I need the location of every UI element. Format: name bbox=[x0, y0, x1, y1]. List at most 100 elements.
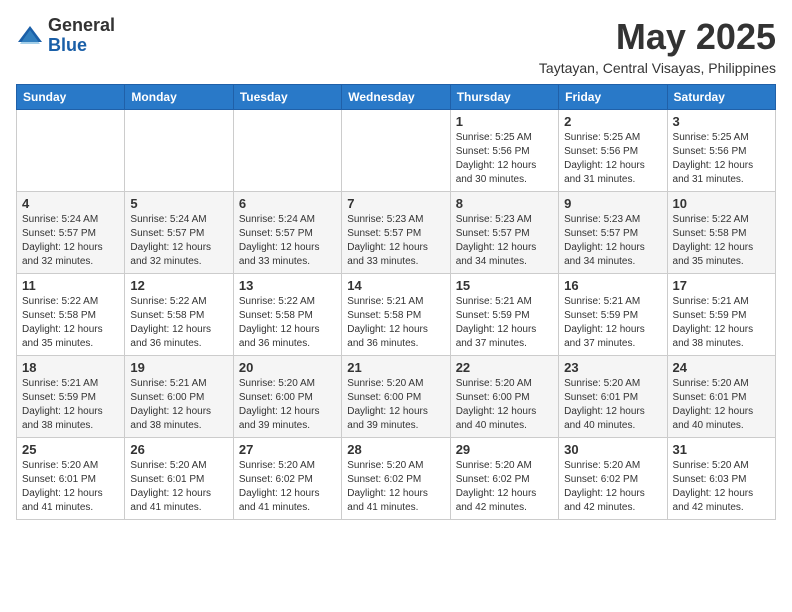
cell-day-number: 19 bbox=[130, 360, 227, 375]
calendar-cell: 5Sunrise: 5:24 AM Sunset: 5:57 PM Daylig… bbox=[125, 192, 233, 274]
cell-day-number: 20 bbox=[239, 360, 336, 375]
calendar-cell: 11Sunrise: 5:22 AM Sunset: 5:58 PM Dayli… bbox=[17, 274, 125, 356]
week-row-2: 11 Sunrise: 5:22 AM Sunset: 5:58 PM Dayli… bbox=[17, 274, 776, 356]
cell-day-number: 22 bbox=[456, 360, 553, 375]
cell-info: Sunrise: 5:21 AM Sunset: 5:58 PM Dayligh… bbox=[347, 295, 444, 351]
week-row-1: 4 Sunrise: 5:24 AM Sunset: 5:57 PM Daylig… bbox=[17, 192, 776, 274]
calendar-cell bbox=[342, 110, 450, 192]
cell-day-number: 10 bbox=[673, 196, 770, 211]
day-header-tuesday: Tuesday bbox=[233, 85, 341, 110]
calendar-header: SundayMondayTuesdayWednesdayThursdayFrid… bbox=[17, 85, 776, 110]
cell-info: Sunrise: 5:25 AM Sunset: 5:56 PM Dayligh… bbox=[673, 131, 770, 187]
calendar-cell: 29 Sunrise: 5:20 AM Sunset: 6:02 PM Dayli… bbox=[450, 438, 558, 520]
cell-info: Sunrise: 5:20 AM Sunset: 6:03 PM Dayligh… bbox=[673, 459, 770, 515]
calendar-cell: 18Sunrise: 5:21 AM Sunset: 5:59 PM Dayli… bbox=[17, 356, 125, 438]
cell-info: Sunrise: 5:20 AM Sunset: 6:02 PM Dayligh… bbox=[564, 459, 661, 515]
calendar-cell: 19Sunrise: 5:21 AM Sunset: 6:00 PM Dayli… bbox=[125, 356, 233, 438]
calendar-cell: 31 Sunrise: 5:20 AM Sunset: 6:03 PM Dayli… bbox=[667, 438, 775, 520]
cell-info: Sunrise: 5:23 AM Sunset: 5:57 PM Dayligh… bbox=[456, 213, 553, 269]
cell-day-number: 30 bbox=[564, 442, 661, 457]
calendar-cell: 16 Sunrise: 5:21 AM Sunset: 5:59 PM Dayli… bbox=[559, 274, 667, 356]
cell-info: Sunrise: 5:21 AM Sunset: 5:59 PM Dayligh… bbox=[564, 295, 661, 351]
calendar-cell: 4 Sunrise: 5:24 AM Sunset: 5:57 PM Daylig… bbox=[17, 192, 125, 274]
calendar-cell: 28 Sunrise: 5:20 AM Sunset: 6:02 PM Dayli… bbox=[342, 438, 450, 520]
calendar-cell: 9 Sunrise: 5:23 AM Sunset: 5:57 PM Daylig… bbox=[559, 192, 667, 274]
title-block: May 2025 Taytayan, Central Visayas, Phil… bbox=[539, 16, 776, 76]
cell-info: Sunrise: 5:25 AM Sunset: 5:56 PM Dayligh… bbox=[456, 131, 553, 187]
day-header-saturday: Saturday bbox=[667, 85, 775, 110]
cell-day-number: 6 bbox=[239, 196, 336, 211]
cell-info: Sunrise: 5:20 AM Sunset: 6:01 PM Dayligh… bbox=[564, 377, 661, 433]
cell-day-number: 14 bbox=[347, 278, 444, 293]
cell-day-number: 9 bbox=[564, 196, 661, 211]
calendar-cell: 25Sunrise: 5:20 AM Sunset: 6:01 PM Dayli… bbox=[17, 438, 125, 520]
calendar: SundayMondayTuesdayWednesdayThursdayFrid… bbox=[16, 84, 776, 520]
calendar-cell: 23 Sunrise: 5:20 AM Sunset: 6:01 PM Dayli… bbox=[559, 356, 667, 438]
cell-day-number: 18 bbox=[22, 360, 119, 375]
calendar-cell: 6 Sunrise: 5:24 AM Sunset: 5:57 PM Daylig… bbox=[233, 192, 341, 274]
calendar-cell: 26Sunrise: 5:20 AM Sunset: 6:01 PM Dayli… bbox=[125, 438, 233, 520]
cell-day-number: 17 bbox=[673, 278, 770, 293]
cell-day-number: 23 bbox=[564, 360, 661, 375]
calendar-cell: 15 Sunrise: 5:21 AM Sunset: 5:59 PM Dayli… bbox=[450, 274, 558, 356]
cell-day-number: 29 bbox=[456, 442, 553, 457]
calendar-cell: 30 Sunrise: 5:20 AM Sunset: 6:02 PM Dayli… bbox=[559, 438, 667, 520]
calendar-cell: 27 Sunrise: 5:20 AM Sunset: 6:02 PM Dayli… bbox=[233, 438, 341, 520]
cell-info: Sunrise: 5:22 AM Sunset: 5:58 PM Dayligh… bbox=[239, 295, 336, 351]
calendar-cell: 3 Sunrise: 5:25 AM Sunset: 5:56 PM Daylig… bbox=[667, 110, 775, 192]
day-header-thursday: Thursday bbox=[450, 85, 558, 110]
cell-info: Sunrise: 5:22 AM Sunset: 5:58 PM Dayligh… bbox=[130, 295, 227, 351]
cell-day-number: 15 bbox=[456, 278, 553, 293]
cell-info: Sunrise: 5:24 AM Sunset: 5:57 PM Dayligh… bbox=[22, 213, 119, 269]
calendar-cell: 21 Sunrise: 5:20 AM Sunset: 6:00 PM Dayli… bbox=[342, 356, 450, 438]
cell-day-number: 31 bbox=[673, 442, 770, 457]
cell-info: Sunrise: 5:20 AM Sunset: 6:00 PM Dayligh… bbox=[456, 377, 553, 433]
cell-day-number: 11 bbox=[22, 278, 119, 293]
cell-day-number: 1 bbox=[456, 114, 553, 129]
cell-info: Sunrise: 5:22 AM Sunset: 5:58 PM Dayligh… bbox=[673, 213, 770, 269]
cell-info: Sunrise: 5:20 AM Sunset: 6:00 PM Dayligh… bbox=[347, 377, 444, 433]
calendar-cell: 7 Sunrise: 5:23 AM Sunset: 5:57 PM Daylig… bbox=[342, 192, 450, 274]
calendar-cell: 14 Sunrise: 5:21 AM Sunset: 5:58 PM Dayli… bbox=[342, 274, 450, 356]
calendar-cell bbox=[17, 110, 125, 192]
logo-text: General Blue bbox=[48, 16, 115, 56]
logo: General Blue bbox=[16, 16, 115, 56]
cell-info: Sunrise: 5:21 AM Sunset: 5:59 PM Dayligh… bbox=[456, 295, 553, 351]
cell-day-number: 24 bbox=[673, 360, 770, 375]
cell-day-number: 27 bbox=[239, 442, 336, 457]
day-header-sunday: Sunday bbox=[17, 85, 125, 110]
week-row-4: 25Sunrise: 5:20 AM Sunset: 6:01 PM Dayli… bbox=[17, 438, 776, 520]
cell-info: Sunrise: 5:20 AM Sunset: 6:01 PM Dayligh… bbox=[673, 377, 770, 433]
cell-day-number: 3 bbox=[673, 114, 770, 129]
cell-day-number: 21 bbox=[347, 360, 444, 375]
cell-day-number: 8 bbox=[456, 196, 553, 211]
calendar-cell: 17 Sunrise: 5:21 AM Sunset: 5:59 PM Dayli… bbox=[667, 274, 775, 356]
cell-day-number: 16 bbox=[564, 278, 661, 293]
cell-day-number: 13 bbox=[239, 278, 336, 293]
day-header-wednesday: Wednesday bbox=[342, 85, 450, 110]
logo-blue: Blue bbox=[48, 36, 115, 56]
cell-info: Sunrise: 5:24 AM Sunset: 5:57 PM Dayligh… bbox=[239, 213, 336, 269]
cell-day-number: 4 bbox=[22, 196, 119, 211]
month-title: May 2025 bbox=[539, 16, 776, 58]
calendar-body: 1 Sunrise: 5:25 AM Sunset: 5:56 PM Daylig… bbox=[17, 110, 776, 520]
cell-info: Sunrise: 5:21 AM Sunset: 5:59 PM Dayligh… bbox=[673, 295, 770, 351]
cell-info: Sunrise: 5:20 AM Sunset: 6:02 PM Dayligh… bbox=[347, 459, 444, 515]
cell-info: Sunrise: 5:23 AM Sunset: 5:57 PM Dayligh… bbox=[347, 213, 444, 269]
calendar-cell: 2Sunrise: 5:25 AM Sunset: 5:56 PM Daylig… bbox=[559, 110, 667, 192]
cell-info: Sunrise: 5:20 AM Sunset: 6:02 PM Dayligh… bbox=[456, 459, 553, 515]
cell-info: Sunrise: 5:20 AM Sunset: 6:00 PM Dayligh… bbox=[239, 377, 336, 433]
cell-day-number: 7 bbox=[347, 196, 444, 211]
calendar-cell bbox=[233, 110, 341, 192]
calendar-cell: 12Sunrise: 5:22 AM Sunset: 5:58 PM Dayli… bbox=[125, 274, 233, 356]
calendar-cell: 24 Sunrise: 5:20 AM Sunset: 6:01 PM Dayli… bbox=[667, 356, 775, 438]
week-row-0: 1 Sunrise: 5:25 AM Sunset: 5:56 PM Daylig… bbox=[17, 110, 776, 192]
cell-info: Sunrise: 5:24 AM Sunset: 5:57 PM Dayligh… bbox=[130, 213, 227, 269]
logo-general: General bbox=[48, 16, 115, 36]
logo-icon bbox=[16, 22, 44, 50]
week-row-3: 18Sunrise: 5:21 AM Sunset: 5:59 PM Dayli… bbox=[17, 356, 776, 438]
cell-info: Sunrise: 5:23 AM Sunset: 5:57 PM Dayligh… bbox=[564, 213, 661, 269]
cell-day-number: 28 bbox=[347, 442, 444, 457]
day-header-monday: Monday bbox=[125, 85, 233, 110]
cell-info: Sunrise: 5:20 AM Sunset: 6:02 PM Dayligh… bbox=[239, 459, 336, 515]
